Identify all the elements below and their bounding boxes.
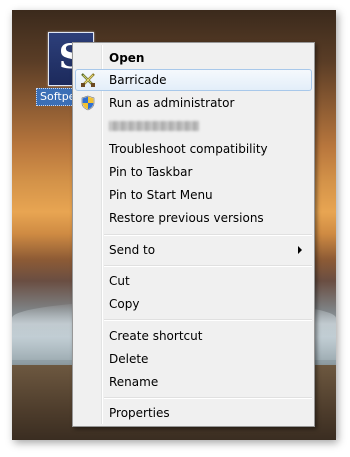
menu-item-label: Properties — [109, 406, 170, 420]
menu-separator — [104, 265, 312, 267]
barricade-icon — [80, 72, 96, 88]
menu-item-label: Open — [109, 51, 145, 65]
menu-item-label: Troubleshoot compatibility — [109, 142, 268, 156]
submenu-arrow-icon — [298, 246, 302, 254]
menu-item-obscured[interactable] — [75, 115, 312, 137]
menu-item-open[interactable]: Open — [75, 47, 312, 69]
menu-item-label: Delete — [109, 352, 149, 366]
screenshot-frame: S Softpedia Open Barricade Run as admini… — [0, 0, 350, 457]
menu-item-send-to[interactable]: Send to — [75, 239, 312, 261]
menu-item-cut[interactable]: Cut — [75, 270, 312, 292]
menu-item-create-shortcut[interactable]: Create shortcut — [75, 325, 312, 347]
menu-item-label: Cut — [109, 274, 130, 288]
menu-item-label: Pin to Start Menu — [109, 188, 213, 202]
menu-item-copy[interactable]: Copy — [75, 293, 312, 315]
menu-item-troubleshoot-compatibility[interactable]: Troubleshoot compatibility — [75, 138, 312, 160]
menu-item-label: Copy — [109, 297, 140, 311]
uac-shield-icon — [80, 95, 96, 111]
menu-item-rename[interactable]: Rename — [75, 371, 312, 393]
menu-item-restore-previous-versions[interactable]: Restore previous versions — [75, 207, 312, 229]
menu-item-label: Run as administrator — [109, 96, 235, 110]
menu-separator — [104, 397, 312, 399]
menu-separator — [104, 319, 312, 321]
menu-item-properties[interactable]: Properties — [75, 402, 312, 424]
menu-item-barricade[interactable]: Barricade — [75, 69, 312, 91]
menu-item-label: Rename — [109, 375, 159, 389]
menu-separator — [104, 234, 312, 236]
menu-item-label: Create shortcut — [109, 329, 203, 343]
menu-item-delete[interactable]: Delete — [75, 348, 312, 370]
menu-item-pin-to-start-menu[interactable]: Pin to Start Menu — [75, 184, 312, 206]
menu-item-run-as-administrator[interactable]: Run as administrator — [75, 92, 312, 114]
obscured-label-blur — [109, 121, 199, 131]
menu-item-label: Send to — [109, 243, 156, 257]
context-menu: Open Barricade Run as administrator Trou… — [72, 42, 315, 427]
menu-item-pin-to-taskbar[interactable]: Pin to Taskbar — [75, 161, 312, 183]
menu-item-label: Barricade — [109, 73, 167, 87]
menu-item-label: Pin to Taskbar — [109, 165, 193, 179]
menu-item-label: Restore previous versions — [109, 211, 264, 225]
